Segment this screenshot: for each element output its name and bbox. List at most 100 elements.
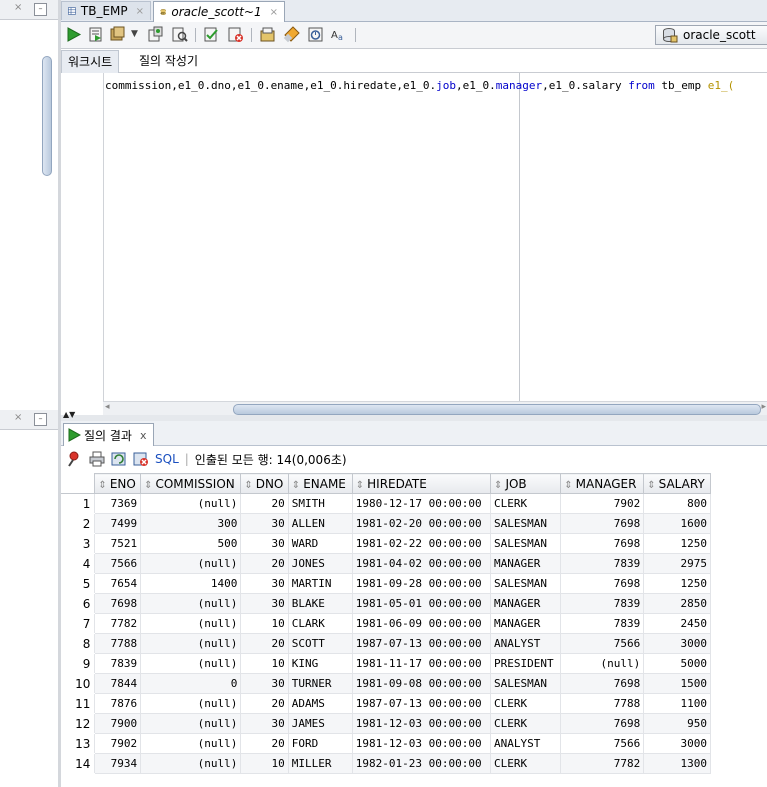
- cell-dno[interactable]: 20: [240, 553, 289, 574]
- cell-manager[interactable]: 7698: [560, 573, 645, 594]
- tab-tb-emp[interactable]: TB_EMP ×: [61, 1, 151, 20]
- cell-job[interactable]: CLERK: [490, 493, 562, 514]
- column-header-commission[interactable]: ⇕ COMMISSION: [140, 473, 242, 494]
- cell-ename[interactable]: WARD: [287, 533, 353, 554]
- cell-manager[interactable]: 7839: [560, 613, 645, 634]
- cell-manager[interactable]: (null): [560, 653, 645, 674]
- autotrace-icon[interactable]: [203, 26, 220, 43]
- rollback-icon[interactable]: [147, 26, 164, 43]
- cell-ename[interactable]: ADAMS: [287, 693, 353, 714]
- scroll-left-icon[interactable]: ◂: [105, 402, 110, 412]
- cell-dno[interactable]: 10: [240, 613, 289, 634]
- collapse-arrows-icon[interactable]: ▲▼: [63, 411, 75, 419]
- cell-manager[interactable]: 7902: [560, 493, 645, 514]
- sql-history-icon[interactable]: [259, 26, 276, 43]
- cell-commission[interactable]: (null): [140, 713, 242, 734]
- cell-dno[interactable]: 30: [240, 593, 289, 614]
- cell-dno[interactable]: 30: [240, 673, 289, 694]
- cell-eno[interactable]: 7369: [94, 493, 142, 514]
- cell-hiredate[interactable]: 1981-04-02 00:00:00: [351, 553, 492, 574]
- cell-eno[interactable]: 7499: [94, 513, 142, 534]
- table-row[interactable]: 4 7566 (null) 20 JONES 1981-04-02 00:00:00 MAN…: [60, 553, 711, 574]
- cell-ename[interactable]: SMITH: [287, 493, 353, 514]
- sort-icon[interactable]: ⇕: [144, 480, 152, 491]
- cell-salary[interactable]: 1250: [643, 573, 711, 594]
- table-row[interactable]: 14 7934 (null) 10 MILLER 1982-01-23 00:00:00 C…: [60, 753, 711, 774]
- cell-job[interactable]: SALESMAN: [490, 533, 562, 554]
- cell-eno[interactable]: 7782: [94, 613, 142, 634]
- cell-commission[interactable]: (null): [140, 653, 242, 674]
- cancel-fetch-icon[interactable]: [133, 451, 149, 467]
- cell-manager[interactable]: 7566: [560, 633, 645, 654]
- cell-dno[interactable]: 10: [240, 653, 289, 674]
- cell-hiredate[interactable]: 1982-01-23 00:00:00: [351, 753, 492, 774]
- cell-ename[interactable]: ALLEN: [287, 513, 353, 534]
- table-row[interactable]: 6 7698 (null) 30 BLAKE 1981-05-01 00:00:00 MAN…: [60, 593, 711, 614]
- cell-salary[interactable]: 2850: [643, 593, 711, 614]
- tab-oracle-scott[interactable]: SQL oracle_scott~1 ×: [153, 1, 285, 22]
- table-row[interactable]: 2 7499 300 30 ALLEN 1981-02-20 00:00:00 SALESM…: [60, 513, 711, 534]
- cell-ename[interactable]: JONES: [287, 553, 353, 574]
- cell-salary[interactable]: 1100: [643, 693, 711, 714]
- cell-hiredate[interactable]: 1981-06-09 00:00:00: [351, 613, 492, 634]
- sort-icon[interactable]: ⇕: [98, 480, 106, 491]
- cell-hiredate[interactable]: 1987-07-13 00:00:00: [351, 693, 492, 714]
- cell-dno[interactable]: 30: [240, 573, 289, 594]
- close-icon[interactable]: ×: [14, 2, 22, 13]
- cell-salary[interactable]: 1250: [643, 533, 711, 554]
- cell-job[interactable]: ANALYST: [490, 733, 562, 754]
- cell-commission[interactable]: (null): [140, 753, 242, 774]
- find-icon[interactable]: Aa: [331, 26, 348, 43]
- minimize-button[interactable]: –: [34, 3, 47, 16]
- cell-commission[interactable]: (null): [140, 493, 242, 514]
- cell-commission[interactable]: 0: [140, 673, 242, 694]
- cell-commission[interactable]: (null): [140, 613, 242, 634]
- commit-icon[interactable]: [109, 26, 126, 43]
- horizontal-scrollbar[interactable]: ◂ ▸: [103, 401, 767, 416]
- table-row[interactable]: 8 7788 (null) 20 SCOTT 1987-07-13 00:00:00 ANA…: [60, 633, 711, 654]
- scroll-right-icon[interactable]: ▸: [761, 402, 766, 412]
- table-row[interactable]: 11 7876 (null) 20 ADAMS 1987-07-13 00:00:00 CL…: [60, 693, 711, 714]
- column-header-dno[interactable]: ⇕ DNO: [240, 473, 289, 494]
- clear-icon[interactable]: [283, 26, 300, 43]
- cell-salary[interactable]: 1300: [643, 753, 711, 774]
- cell-hiredate[interactable]: 1981-09-28 00:00:00: [351, 573, 492, 594]
- cell-hiredate[interactable]: 1981-05-01 00:00:00: [351, 593, 492, 614]
- close-icon[interactable]: ×: [270, 7, 278, 18]
- cell-manager[interactable]: 7698: [560, 713, 645, 734]
- cell-commission[interactable]: (null): [140, 633, 242, 654]
- column-header-eno[interactable]: ⇕ ENO: [94, 473, 142, 494]
- sql-editor[interactable]: commission,e1_0.dno,e1_0.ename,e1_0.hire…: [61, 73, 767, 401]
- close-icon[interactable]: ×: [136, 6, 144, 17]
- cell-eno[interactable]: 7876: [94, 693, 142, 714]
- cell-commission[interactable]: 300: [140, 513, 242, 534]
- cell-job[interactable]: CLERK: [490, 693, 562, 714]
- cell-commission[interactable]: 1400: [140, 573, 242, 594]
- refresh-icon[interactable]: [111, 451, 127, 467]
- sort-icon[interactable]: ⇕: [292, 480, 300, 491]
- tab-worksheet[interactable]: 워크시트: [61, 50, 120, 73]
- cell-hiredate[interactable]: 1981-12-03 00:00:00: [351, 713, 492, 734]
- sort-icon[interactable]: ⇕: [647, 480, 655, 491]
- cell-dno[interactable]: 20: [240, 493, 289, 514]
- cell-salary[interactable]: 3000: [643, 633, 711, 654]
- cell-job[interactable]: MANAGER: [490, 613, 562, 634]
- cell-manager[interactable]: 7839: [560, 593, 645, 614]
- cell-ename[interactable]: CLARK: [287, 613, 353, 634]
- cell-eno[interactable]: 7934: [94, 753, 142, 774]
- cell-hiredate[interactable]: 1981-11-17 00:00:00: [351, 653, 492, 674]
- sort-icon[interactable]: ⇕: [564, 480, 572, 491]
- table-row[interactable]: 12 7900 (null) 30 JAMES 1981-12-03 00:00:00 CL…: [60, 713, 711, 734]
- cell-ename[interactable]: SCOTT: [287, 633, 353, 654]
- cell-dno[interactable]: 30: [240, 513, 289, 534]
- cell-eno[interactable]: 7566: [94, 553, 142, 574]
- cell-job[interactable]: MANAGER: [490, 593, 562, 614]
- cell-dno[interactable]: 10: [240, 753, 289, 774]
- cell-ename[interactable]: KING: [287, 653, 353, 674]
- cell-hiredate[interactable]: 1981-09-08 00:00:00: [351, 673, 492, 694]
- cell-job[interactable]: SALESMAN: [490, 513, 562, 534]
- cell-ename[interactable]: MARTIN: [287, 573, 353, 594]
- cell-manager[interactable]: 7788: [560, 693, 645, 714]
- table-row[interactable]: 7 7782 (null) 10 CLARK 1981-06-09 00:00:00 MAN…: [60, 613, 711, 634]
- column-header-salary[interactable]: ⇕ SALARY: [643, 473, 711, 494]
